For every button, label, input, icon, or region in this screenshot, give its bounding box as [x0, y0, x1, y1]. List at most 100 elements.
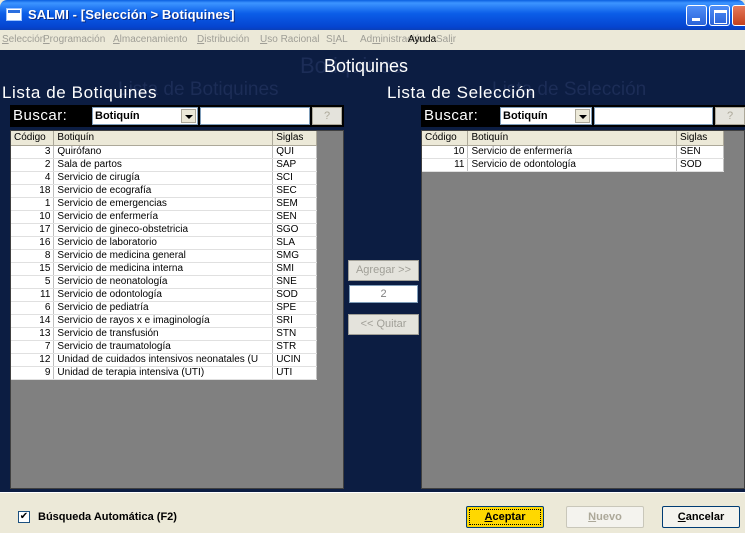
cell-siglas: SEC	[272, 184, 317, 198]
table-row[interactable]: 11 Servicio de odontología SOD	[422, 158, 724, 172]
column-header-codigo[interactable]: Código	[11, 131, 55, 146]
new-button[interactable]: Nuevo	[566, 506, 644, 528]
new-button-key: N	[588, 511, 597, 523]
menu-item-programaci-n[interactable]: Programación	[43, 34, 105, 45]
menu-item-text: lmacenamiento	[119, 34, 188, 45]
new-button-label: uevo	[596, 511, 622, 523]
cell-botiquin: Servicio de gineco-obstetricia	[53, 223, 274, 237]
cell-botiquin: Servicio de cirugía	[53, 171, 274, 185]
cell-codigo: 1	[11, 197, 55, 211]
table-row[interactable]: 9 Unidad de terapia intensiva (UTI) UTI	[11, 366, 317, 380]
menu-item-text: Sal	[436, 34, 451, 45]
left-table[interactable]: Código Botiquín Siglas 3 Quirófano QUI 2 Sal…	[10, 130, 344, 489]
cell-botiquin: Servicio de rayos x e imaginología	[53, 314, 274, 328]
cancel-button-label: ancelar	[685, 511, 725, 523]
table-row[interactable]: 13 Servicio de transfusión STN	[11, 327, 317, 341]
right-table[interactable]: Código Botiquín Siglas 10 Servicio de enf…	[421, 130, 745, 489]
table-row[interactable]: 10 Servicio de enfermería SEN	[11, 210, 317, 224]
cell-codigo: 11	[11, 288, 55, 302]
right-search-input[interactable]	[594, 107, 713, 125]
minimize-button[interactable]	[686, 5, 707, 26]
table-row[interactable]: 3 Quirófano QUI	[11, 145, 317, 159]
menu-bar: Selección Programación Almacenamiento Distr…	[0, 30, 745, 50]
cell-botiquin: Servicio de laboratorio	[53, 236, 274, 250]
bottom-bar: ✔ Búsqueda Automática (F2) Aceptar Nuevo…	[0, 492, 745, 533]
cell-codigo: 11	[422, 158, 469, 172]
menu-item-distribuci-n[interactable]: Distribución	[197, 34, 249, 45]
cell-codigo: 3	[11, 145, 55, 159]
cell-siglas: SNE	[272, 275, 317, 289]
cell-botiquin: Servicio de emergencias	[53, 197, 274, 211]
cell-codigo: 9	[11, 366, 55, 380]
cell-codigo: 17	[11, 223, 55, 237]
auto-search-label: Búsqueda Automática (F2)	[38, 511, 177, 523]
remove-button[interactable]: << Quitar	[348, 314, 419, 335]
cell-botiquin: Unidad de terapia intensiva (UTI)	[53, 366, 274, 380]
table-row[interactable]: 16 Servicio de laboratorio SLA	[11, 236, 317, 250]
right-search-field-select[interactable]: Botiquín	[500, 107, 592, 125]
column-header-codigo[interactable]: Código	[422, 131, 469, 146]
cell-codigo: 15	[11, 262, 55, 276]
cell-codigo: 4	[11, 171, 55, 185]
add-button[interactable]: Agregar >>	[348, 260, 419, 281]
cell-siglas: SEM	[272, 197, 317, 211]
accept-button-label: ceptar	[492, 511, 526, 523]
close-button[interactable]	[732, 5, 745, 26]
cell-siglas: SOD	[272, 288, 317, 302]
left-search-bar: Buscar: Botiquín ?	[10, 105, 344, 127]
table-row[interactable]: 7 Servicio de traumatología STR	[11, 340, 317, 354]
cell-codigo: 10	[422, 145, 469, 159]
table-row[interactable]: 12 Unidad de cuidados intensivos neonatal…	[11, 353, 317, 367]
menu-item-text: istribución	[204, 34, 250, 45]
column-header-botiquin[interactable]: Botiquín	[53, 131, 274, 146]
cell-botiquin: Servicio de enfermería	[53, 210, 274, 224]
column-header-siglas[interactable]: Siglas	[272, 131, 317, 146]
cell-botiquin: Servicio de pediatría	[53, 301, 274, 315]
table-row[interactable]: 4 Servicio de cirugía SCI	[11, 171, 317, 185]
table-row[interactable]: 1 Servicio de emergencias SEM	[11, 197, 317, 211]
cell-siglas: UCIN	[272, 353, 317, 367]
main-panel: Botiquines Botiquines Lista de Botiquine…	[0, 50, 745, 492]
cell-siglas: STN	[272, 327, 317, 341]
chevron-down-icon[interactable]	[575, 109, 590, 123]
cell-codigo: 8	[11, 249, 55, 263]
menu-item-selecci-n[interactable]: Selección	[2, 34, 45, 45]
table-row[interactable]: 6 Servicio de pediatría SPE	[11, 301, 317, 315]
menu-item-almacenamiento[interactable]: Almacenamiento	[113, 34, 187, 45]
cell-codigo: 14	[11, 314, 55, 328]
cell-botiquin: Servicio de neonatología	[53, 275, 274, 289]
column-header-siglas[interactable]: Siglas	[676, 131, 724, 146]
table-row[interactable]: 10 Servicio de enfermería SEN	[422, 145, 724, 159]
window-title: SALMI - [Selección > Botiquines]	[28, 7, 235, 22]
menu-item-ayuda[interactable]: Ayuda	[408, 34, 436, 45]
table-row[interactable]: 8 Servicio de medicina general SMG	[11, 249, 317, 263]
title-bar: SALMI - [Selección > Botiquines]	[0, 0, 745, 30]
cell-codigo: 5	[11, 275, 55, 289]
menu-item-uso-racional[interactable]: Uso Racional	[260, 34, 320, 45]
left-search-field-select[interactable]: Botiquín	[92, 107, 198, 125]
chevron-down-icon[interactable]	[181, 109, 196, 123]
column-header-botiquin[interactable]: Botiquín	[467, 131, 678, 146]
table-row[interactable]: 5 Servicio de neonatología SNE	[11, 275, 317, 289]
auto-search-checkbox[interactable]: ✔	[18, 511, 30, 523]
table-row[interactable]: 15 Servicio de medicina interna SMI	[11, 262, 317, 276]
maximize-button[interactable]	[709, 5, 730, 26]
menu-item-salir[interactable]: Salir	[436, 34, 456, 45]
left-search-input[interactable]	[200, 107, 310, 125]
left-help-button[interactable]: ?	[312, 107, 342, 125]
cell-codigo: 10	[11, 210, 55, 224]
right-list-title: Lista de Selección	[387, 83, 536, 102]
cell-botiquin: Servicio de ecografía	[53, 184, 274, 198]
cell-botiquin: Quirófano	[53, 145, 274, 159]
right-help-button[interactable]: ?	[715, 107, 745, 125]
accept-button[interactable]: Aceptar	[466, 506, 544, 528]
table-row[interactable]: 17 Servicio de gineco-obstetricia SGO	[11, 223, 317, 237]
table-row[interactable]: 11 Servicio de odontología SOD	[11, 288, 317, 302]
cell-siglas: SPE	[272, 301, 317, 315]
cell-botiquin: Servicio de medicina interna	[53, 262, 274, 276]
menu-item-sial[interactable]: SIAL	[326, 34, 348, 45]
table-row[interactable]: 18 Servicio de ecografía SEC	[11, 184, 317, 198]
cancel-button[interactable]: Cancelar	[662, 506, 740, 528]
table-row[interactable]: 14 Servicio de rayos x e imaginología SRI	[11, 314, 317, 328]
table-row[interactable]: 2 Sala de partos SAP	[11, 158, 317, 172]
